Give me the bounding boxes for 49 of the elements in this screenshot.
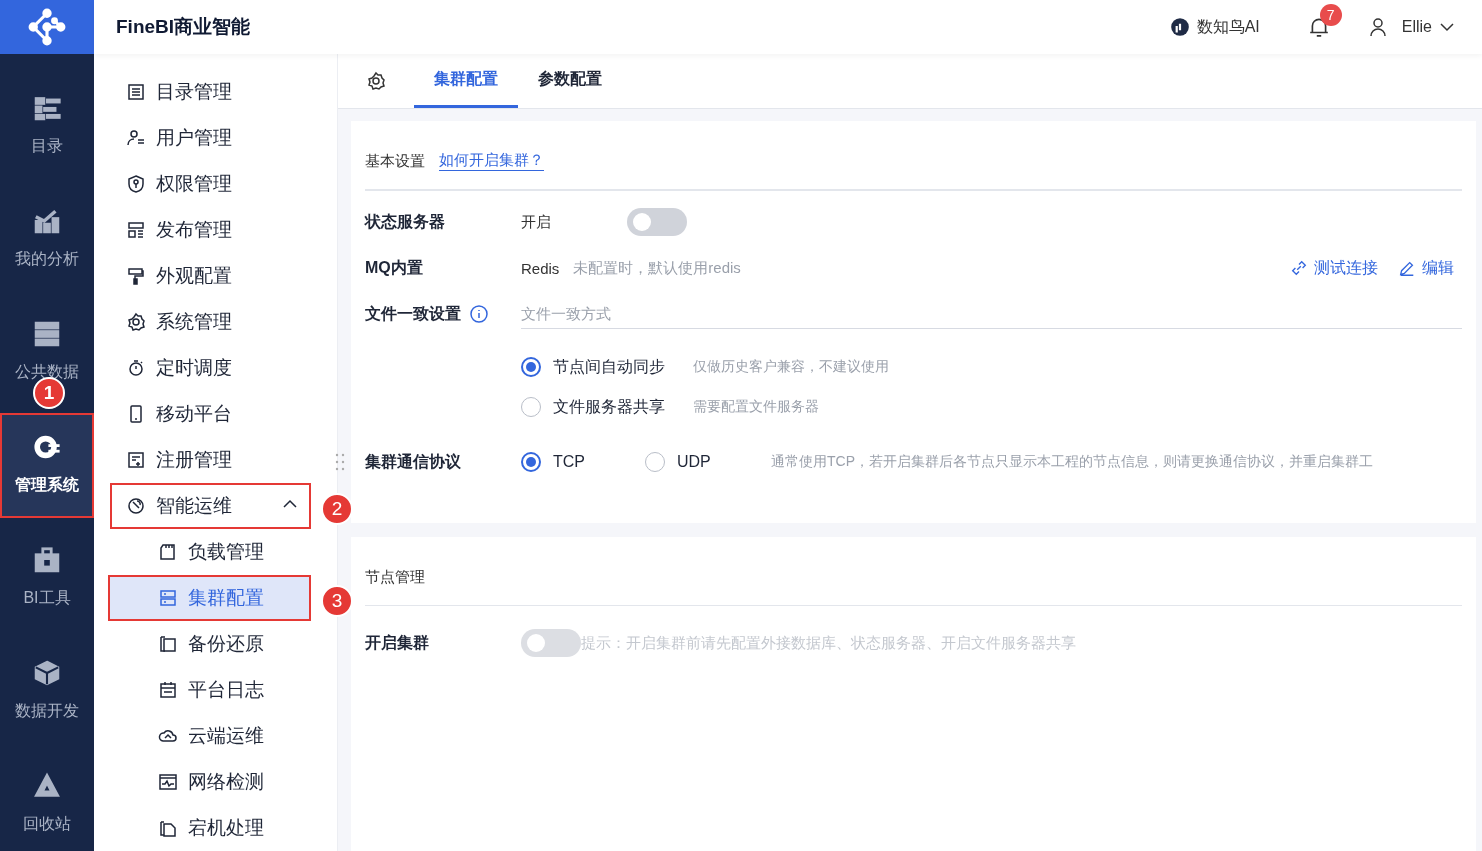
sidebar-item[interactable]: 云端运维 — [108, 713, 311, 759]
hint-text: 通常使用TCP，若开启集群后各节点只显示本工程的节点信息，则请更换通信协议，并重启集群工 — [771, 453, 1373, 471]
help-link[interactable]: 如何开启集群？ — [439, 151, 544, 171]
action-link[interactable]: 编辑 — [1398, 257, 1454, 279]
action-link[interactable]: 测试连接 — [1290, 257, 1378, 279]
radio-option[interactable]: 文件服务器共享 — [521, 396, 665, 418]
radio-option[interactable]: UDP — [645, 452, 745, 472]
nav-item[interactable]: 数据开发 — [0, 639, 94, 744]
hint-text: 仅做历史客户兼容，不建议使用 — [693, 358, 889, 376]
value-text: Redis — [521, 259, 560, 277]
sidebar-item[interactable]: 注册管理 — [110, 437, 311, 483]
sidebar-item[interactable]: 备份还原 — [108, 621, 311, 667]
sidebar-item[interactable]: 负载管理 — [108, 529, 311, 575]
hint-text: 未配置时，默认使用redis — [573, 258, 741, 278]
row-label: 开启集群 — [365, 632, 430, 653]
radio-option[interactable]: TCP — [521, 452, 621, 472]
section-title: 节点管理 — [365, 567, 425, 587]
tab[interactable]: 集群配置 — [414, 54, 518, 108]
nav-item[interactable]: 目录 — [0, 74, 94, 179]
sidebar-item[interactable]: 平台日志 — [108, 667, 311, 713]
sidebar-item[interactable]: 系统管理 — [110, 299, 311, 345]
row-label: 状态服务器 — [365, 211, 446, 232]
callout-badge: 3 — [321, 585, 353, 617]
nav-item[interactable]: 回收站 — [0, 752, 94, 851]
row-label: 文件一致设置 — [365, 303, 461, 324]
input-field[interactable]: 文件一致方式 — [521, 299, 1462, 329]
callout-badge: 2 — [321, 493, 353, 525]
toggle-label: 开启 — [521, 212, 551, 232]
row-label: 集群通信协议 — [365, 451, 462, 472]
sidebar-item[interactable]: 外观配置 — [110, 253, 311, 299]
sidebar-item[interactable]: 权限管理 — [110, 161, 311, 207]
sidebar-item[interactable]: 目录管理 — [110, 69, 311, 115]
nav-item[interactable]: 我的分析 — [0, 187, 94, 292]
sidebar-item[interactable]: 宕机处理 — [108, 805, 311, 851]
radio-option[interactable]: 节点间自动同步 — [521, 356, 665, 378]
notification-badge: 7 — [1319, 4, 1342, 26]
tab[interactable]: 参数配置 — [518, 54, 622, 108]
row-label: MQ内置 — [365, 257, 424, 278]
ai-assistant-button[interactable]: 数知鸟AI — [1168, 16, 1260, 38]
section-title: 基本设置 — [365, 151, 425, 171]
nav-item[interactable]: BI工具 — [0, 526, 94, 631]
sidebar-item[interactable]: 网络检测 — [108, 759, 311, 805]
sidebar-item[interactable]: 用户管理 — [110, 115, 311, 161]
hint-text: 需要配置文件服务器 — [693, 398, 819, 416]
user-menu[interactable]: Ellie — [1367, 17, 1456, 37]
sidebar-item[interactable]: 发布管理 — [110, 207, 311, 253]
sidebar-item[interactable]: 定时调度 — [110, 345, 311, 391]
app-title: FineBI商业智能 — [116, 15, 251, 39]
sidebar-item[interactable]: 移动平台 — [110, 391, 311, 437]
